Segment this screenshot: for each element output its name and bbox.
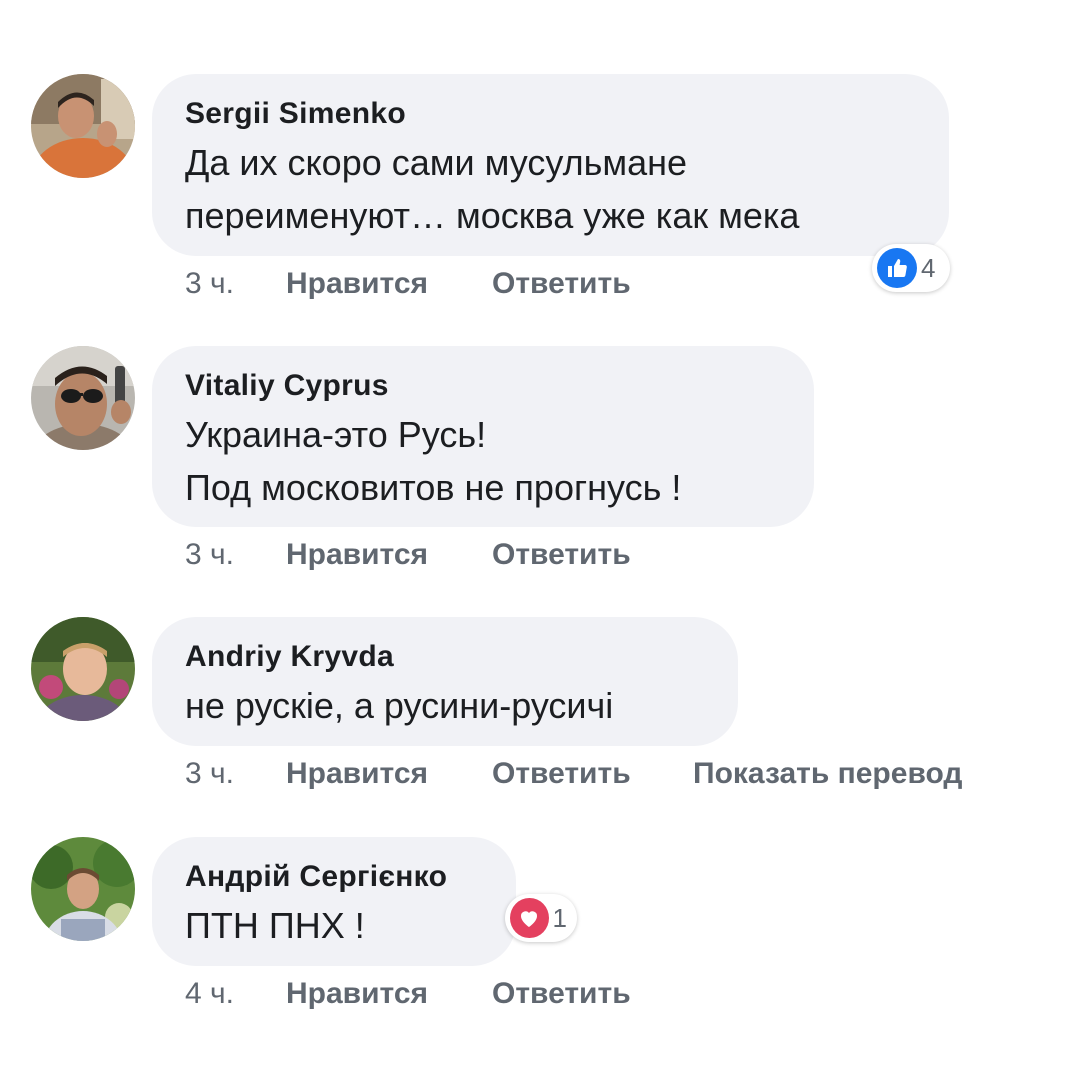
- reaction-badge[interactable]: 4: [872, 244, 950, 292]
- author-name[interactable]: Sergii Simenko: [185, 96, 915, 132]
- comment-time[interactable]: 3 ч.: [185, 264, 234, 304]
- comment-text: ПТН ПНХ !: [185, 905, 365, 946]
- comment-text: Да их скоро сами мусульмане переименуют……: [185, 142, 800, 236]
- avatar[interactable]: [31, 617, 135, 721]
- author-name[interactable]: Andriy Kryvda: [185, 639, 704, 675]
- show-translation-button[interactable]: Показать перевод: [693, 754, 962, 794]
- comment-bubble: Vitaliy Cyprus Украина-это Русь! Под мос…: [152, 346, 814, 527]
- avatar[interactable]: [31, 74, 135, 178]
- avatar[interactable]: [31, 346, 135, 450]
- love-icon: [510, 898, 549, 938]
- author-name[interactable]: Андрій Сергієнко: [185, 859, 482, 895]
- reaction-badge[interactable]: 1: [505, 894, 577, 942]
- reply-button[interactable]: Ответить: [492, 974, 631, 1014]
- comment-time[interactable]: 3 ч.: [185, 754, 234, 794]
- like-button[interactable]: Нравится: [286, 974, 428, 1014]
- reply-button[interactable]: Ответить: [492, 754, 631, 794]
- like-button[interactable]: Нравится: [286, 264, 428, 304]
- reply-button[interactable]: Ответить: [492, 264, 631, 304]
- like-button[interactable]: Нравится: [286, 535, 428, 575]
- comments-list: Sergii Simenko Да их скоро сами мусульма…: [0, 0, 1080, 1080]
- comment-time[interactable]: 4 ч.: [185, 974, 234, 1014]
- comment-text: не рускіе, а русини-русичі: [185, 685, 614, 726]
- like-icon: [877, 248, 917, 288]
- avatar[interactable]: [31, 837, 135, 941]
- reaction-count: 4: [921, 253, 936, 283]
- reply-button[interactable]: Ответить: [492, 535, 631, 575]
- like-button[interactable]: Нравится: [286, 754, 428, 794]
- author-name[interactable]: Vitaliy Cyprus: [185, 368, 780, 404]
- comment-bubble: Андрій Сергієнко ПТН ПНХ !: [152, 837, 516, 966]
- comment-time[interactable]: 3 ч.: [185, 535, 234, 575]
- comment-bubble: Andriy Kryvda не рускіе, а русини-русичі: [152, 617, 738, 746]
- comment-bubble: Sergii Simenko Да их скоро сами мусульма…: [152, 74, 949, 256]
- comment-text: Украина-это Русь! Под московитов не прог…: [185, 414, 682, 508]
- reaction-count: 1: [552, 903, 567, 933]
